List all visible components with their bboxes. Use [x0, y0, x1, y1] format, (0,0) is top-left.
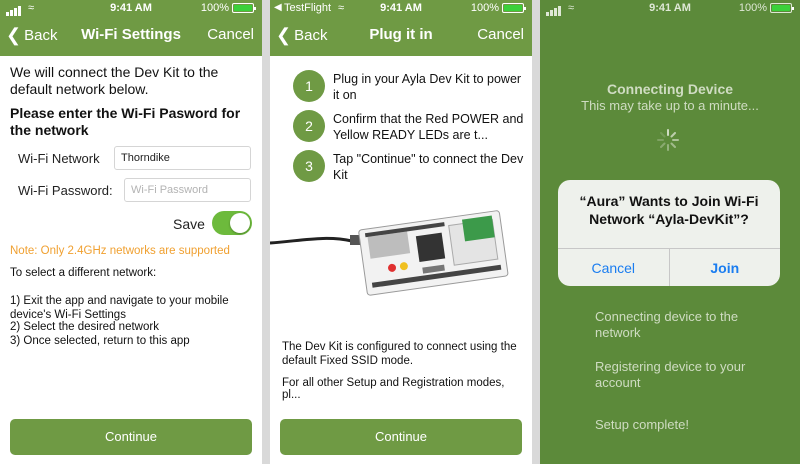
nav-header: ≈ 9:41 AM 100% ❮ Back Wi-Fi Settings Canc…	[0, 0, 262, 56]
alert-join-button[interactable]: Join	[668, 249, 781, 286]
nav-header: ◀ TestFlight ≈ 9:41 AM 100% ❮ Back Plug i…	[270, 0, 532, 56]
wifi-settings-screen: ≈ 9:41 AM 100% ❮ Back Wi-Fi Settings Canc…	[0, 0, 262, 464]
cancel-button[interactable]: Cancel	[477, 26, 524, 43]
step-text-3: Tap "Continue" to connect the Dev Kit	[333, 152, 524, 182]
instruction-3: 3) Once selected, return to this app	[10, 335, 190, 347]
network-field[interactable]: Thorndike	[114, 146, 251, 170]
step-number-3: 3	[293, 150, 325, 182]
dev-kit-image	[270, 210, 509, 296]
instructions-title: To select a different network:	[10, 267, 157, 279]
step-number-2: 2	[293, 110, 325, 142]
battery-icon	[232, 3, 256, 13]
battery-percent: 100%	[200, 2, 229, 14]
network-label: Wi-Fi Network	[18, 151, 100, 166]
battery-percent: 100%	[738, 2, 767, 14]
step-connecting-network: Connecting device to the network	[595, 309, 739, 340]
intro-text: We will connect the Dev Kit to the defau…	[10, 64, 219, 97]
save-toggle[interactable]	[212, 211, 252, 235]
instruction-2: 2) Select the desired network	[10, 321, 159, 333]
status-bar: ≈ 9:41 AM 100%	[540, 0, 800, 18]
step-setup-complete: Setup complete!	[595, 417, 689, 432]
battery-icon	[770, 3, 794, 13]
continue-button[interactable]: Continue	[280, 419, 522, 455]
toggle-knob	[230, 213, 250, 233]
loading-spinner-icon	[657, 129, 679, 151]
battery-icon	[502, 3, 526, 13]
status-bar: ≈ 9:41 AM 100%	[0, 0, 262, 18]
join-wifi-alert: “Aura” Wants to Join Wi-Fi Network “Ayla…	[558, 180, 780, 286]
save-label: Save	[173, 216, 205, 232]
password-prompt: Please enter the Wi-Fi Pasword for the n…	[10, 105, 241, 138]
fixed-ssid-text: The Dev Kit is configured to connect usi…	[282, 341, 517, 367]
step-number-1: 1	[293, 70, 325, 102]
plug-it-in-screen: ◀ TestFlight ≈ 9:41 AM 100% ❮ Back Plug i…	[270, 0, 532, 464]
connecting-subtitle: This may take up to a minute...	[581, 98, 759, 113]
step-registering-account: Registering device to your account	[595, 359, 746, 390]
frequency-note: Note: Only 2.4GHz networks are supported	[10, 245, 230, 257]
continue-button[interactable]: Continue	[10, 419, 252, 455]
status-bar: ◀ TestFlight ≈ 9:41 AM 100%	[270, 0, 532, 18]
password-label: Wi-Fi Password:	[18, 183, 113, 198]
cancel-button[interactable]: Cancel	[207, 26, 254, 43]
instruction-1: 1) Exit the app and navigate to your mob…	[10, 295, 229, 321]
password-field[interactable]: Wi-Fi Password	[124, 178, 251, 202]
step-text-2: Confirm that the Red POWER and Yellow RE…	[333, 112, 524, 142]
alert-message: “Aura” Wants to Join Wi-Fi Network “Ayla…	[579, 193, 759, 227]
connecting-title: Connecting Device	[606, 81, 734, 97]
alert-cancel-button[interactable]: Cancel	[558, 249, 669, 286]
other-modes-text: For all other Setup and Registration mod…	[282, 377, 505, 401]
connecting-device-screen: ≈ 9:41 AM 100% Connecting Device This ma…	[540, 0, 800, 464]
battery-percent: 100%	[470, 2, 499, 14]
step-text-1: Plug in your Ayla Dev Kit to power it on	[333, 72, 522, 102]
